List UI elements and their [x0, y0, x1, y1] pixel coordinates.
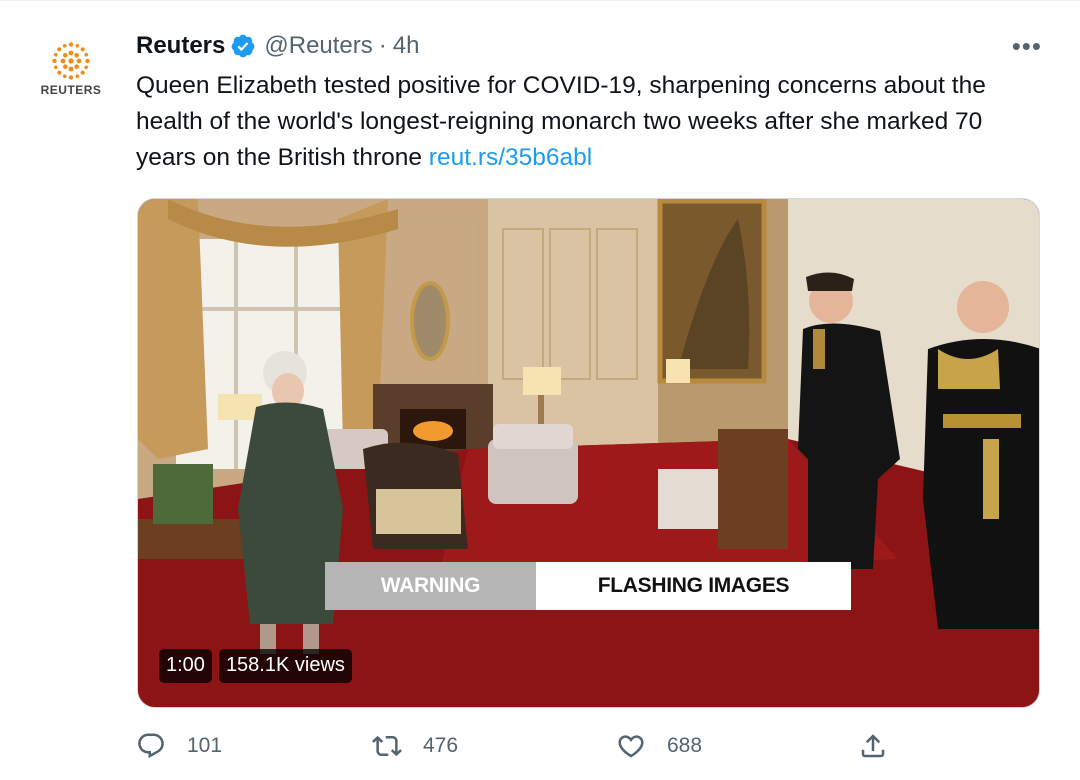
video-frame-image [138, 199, 1039, 707]
more-horizontal-icon: ••• [1011, 31, 1042, 61]
video-badges: 1:00 158.1K views [159, 649, 352, 683]
author-name[interactable]: Reuters [136, 32, 225, 60]
reply-button[interactable]: 101 [136, 731, 222, 761]
retweet-count: 476 [423, 734, 459, 757]
reuters-logo-icon [52, 42, 90, 80]
video-player[interactable]: WARNING FLASHING IMAGES 1:00 158.1K view… [137, 198, 1040, 708]
tweet-text: Queen Elizabeth tested positive for COVI… [136, 68, 1041, 176]
retweet-button[interactable]: 476 [372, 731, 458, 761]
reply-icon [138, 733, 164, 759]
tweet-timestamp[interactable]: 4h [393, 32, 420, 60]
like-button[interactable]: 688 [616, 731, 702, 761]
flashing-images-warning: WARNING FLASHING IMAGES [325, 562, 851, 610]
reply-count: 101 [187, 734, 223, 757]
tweet-link[interactable]: reut.rs/35b6abl [429, 144, 592, 171]
tweet-header: Reuters @Reuters · 4h [136, 29, 419, 63]
tweet: REUTERS Reuters @Reuters · 4h ••• Queen … [0, 0, 1080, 780]
reuters-avatar[interactable]: REUTERS [30, 31, 112, 113]
warning-label: WARNING [325, 562, 536, 610]
like-count: 688 [667, 734, 703, 757]
author-handle[interactable]: @Reuters [264, 32, 372, 60]
heart-icon [618, 735, 644, 758]
tweet-actions: 101 476 688 [136, 731, 896, 765]
verified-badge-icon [231, 34, 255, 58]
header-separator: · [378, 32, 387, 59]
video-views-badge: 158.1K views [218, 649, 352, 683]
video-duration-badge: 1:00 [159, 649, 212, 683]
warning-text: FLASHING IMAGES [536, 562, 851, 610]
retweet-icon [372, 735, 402, 757]
avatar-wordmark: REUTERS [40, 83, 102, 97]
more-options-button[interactable]: ••• [1012, 31, 1042, 62]
share-icon [861, 734, 885, 758]
share-button[interactable] [858, 731, 888, 761]
